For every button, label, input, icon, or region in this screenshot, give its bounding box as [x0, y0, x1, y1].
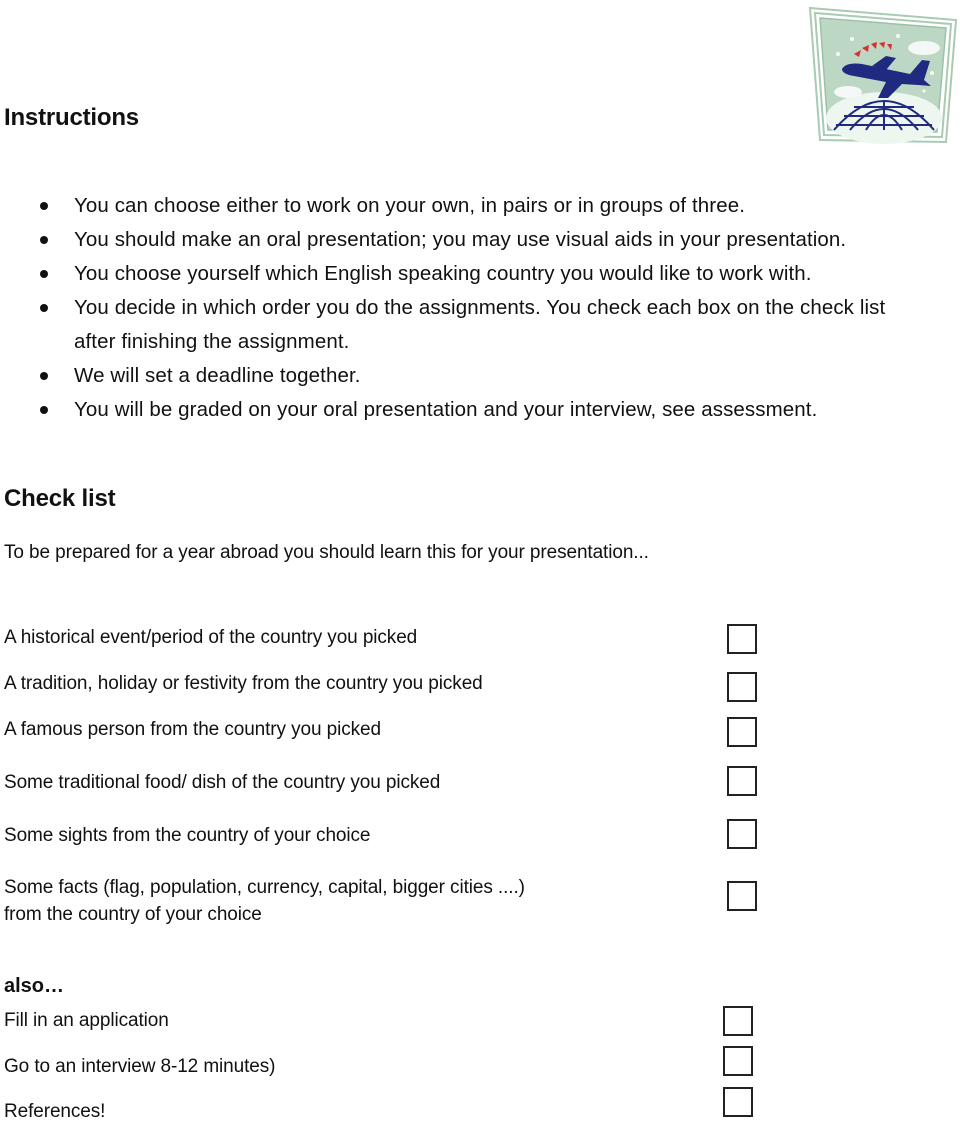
- bullet-icon: [40, 270, 48, 278]
- airplane-globe-logo-icon: [806, 6, 960, 144]
- checklist-checkbox[interactable]: [727, 624, 757, 654]
- instruction-item: You choose yourself which English speaki…: [0, 257, 920, 291]
- checklist-item-label-continued: from the country of your choice: [4, 904, 262, 925]
- instruction-item: You can choose either to work on your ow…: [0, 189, 920, 223]
- instructions-list: You can choose either to work on your ow…: [0, 189, 920, 427]
- instruction-item: You decide in which order you do the ass…: [0, 291, 904, 359]
- checklist-heading: Check list: [4, 485, 116, 512]
- also-item-label: Go to an interview 8-12 minutes): [4, 1056, 276, 1077]
- also-item-label: References!: [4, 1101, 106, 1122]
- checklist-checkbox[interactable]: [727, 717, 757, 747]
- checklist-item-label: Some sights from the country of your cho…: [4, 825, 371, 846]
- instruction-item: We will set a deadline together.: [0, 359, 920, 393]
- checklist-item-label: A famous person from the country you pic…: [4, 719, 381, 740]
- also-checkbox[interactable]: [723, 1046, 753, 1076]
- instructions-heading: Instructions: [4, 104, 139, 131]
- checklist-checkbox[interactable]: [727, 881, 757, 911]
- checklist-item-label: A tradition, holiday or festivity from t…: [4, 673, 483, 694]
- instruction-item: You should make an oral presentation; yo…: [0, 223, 920, 257]
- checklist-intro: To be prepared for a year abroad you sho…: [4, 542, 649, 563]
- also-item-label: Fill in an application: [4, 1010, 169, 1031]
- also-checkbox[interactable]: [723, 1087, 753, 1117]
- bullet-icon: [40, 236, 48, 244]
- checklist-checkbox[interactable]: [727, 819, 757, 849]
- also-checkbox[interactable]: [723, 1006, 753, 1036]
- bullet-icon: [40, 202, 48, 210]
- bullet-icon: [40, 406, 48, 414]
- bullet-icon: [40, 372, 48, 380]
- checklist-checkbox[interactable]: [727, 672, 757, 702]
- checklist-item-label: Some traditional food/ dish of the count…: [4, 772, 441, 793]
- also-heading: also…: [4, 975, 65, 997]
- bullet-icon: [40, 304, 48, 312]
- checklist-checkbox[interactable]: [727, 766, 757, 796]
- instruction-item: You will be graded on your oral presenta…: [0, 393, 920, 427]
- checklist-item-label: Some facts (flag, population, currency, …: [4, 877, 525, 898]
- checklist-item-label: A historical event/period of the country…: [4, 627, 418, 648]
